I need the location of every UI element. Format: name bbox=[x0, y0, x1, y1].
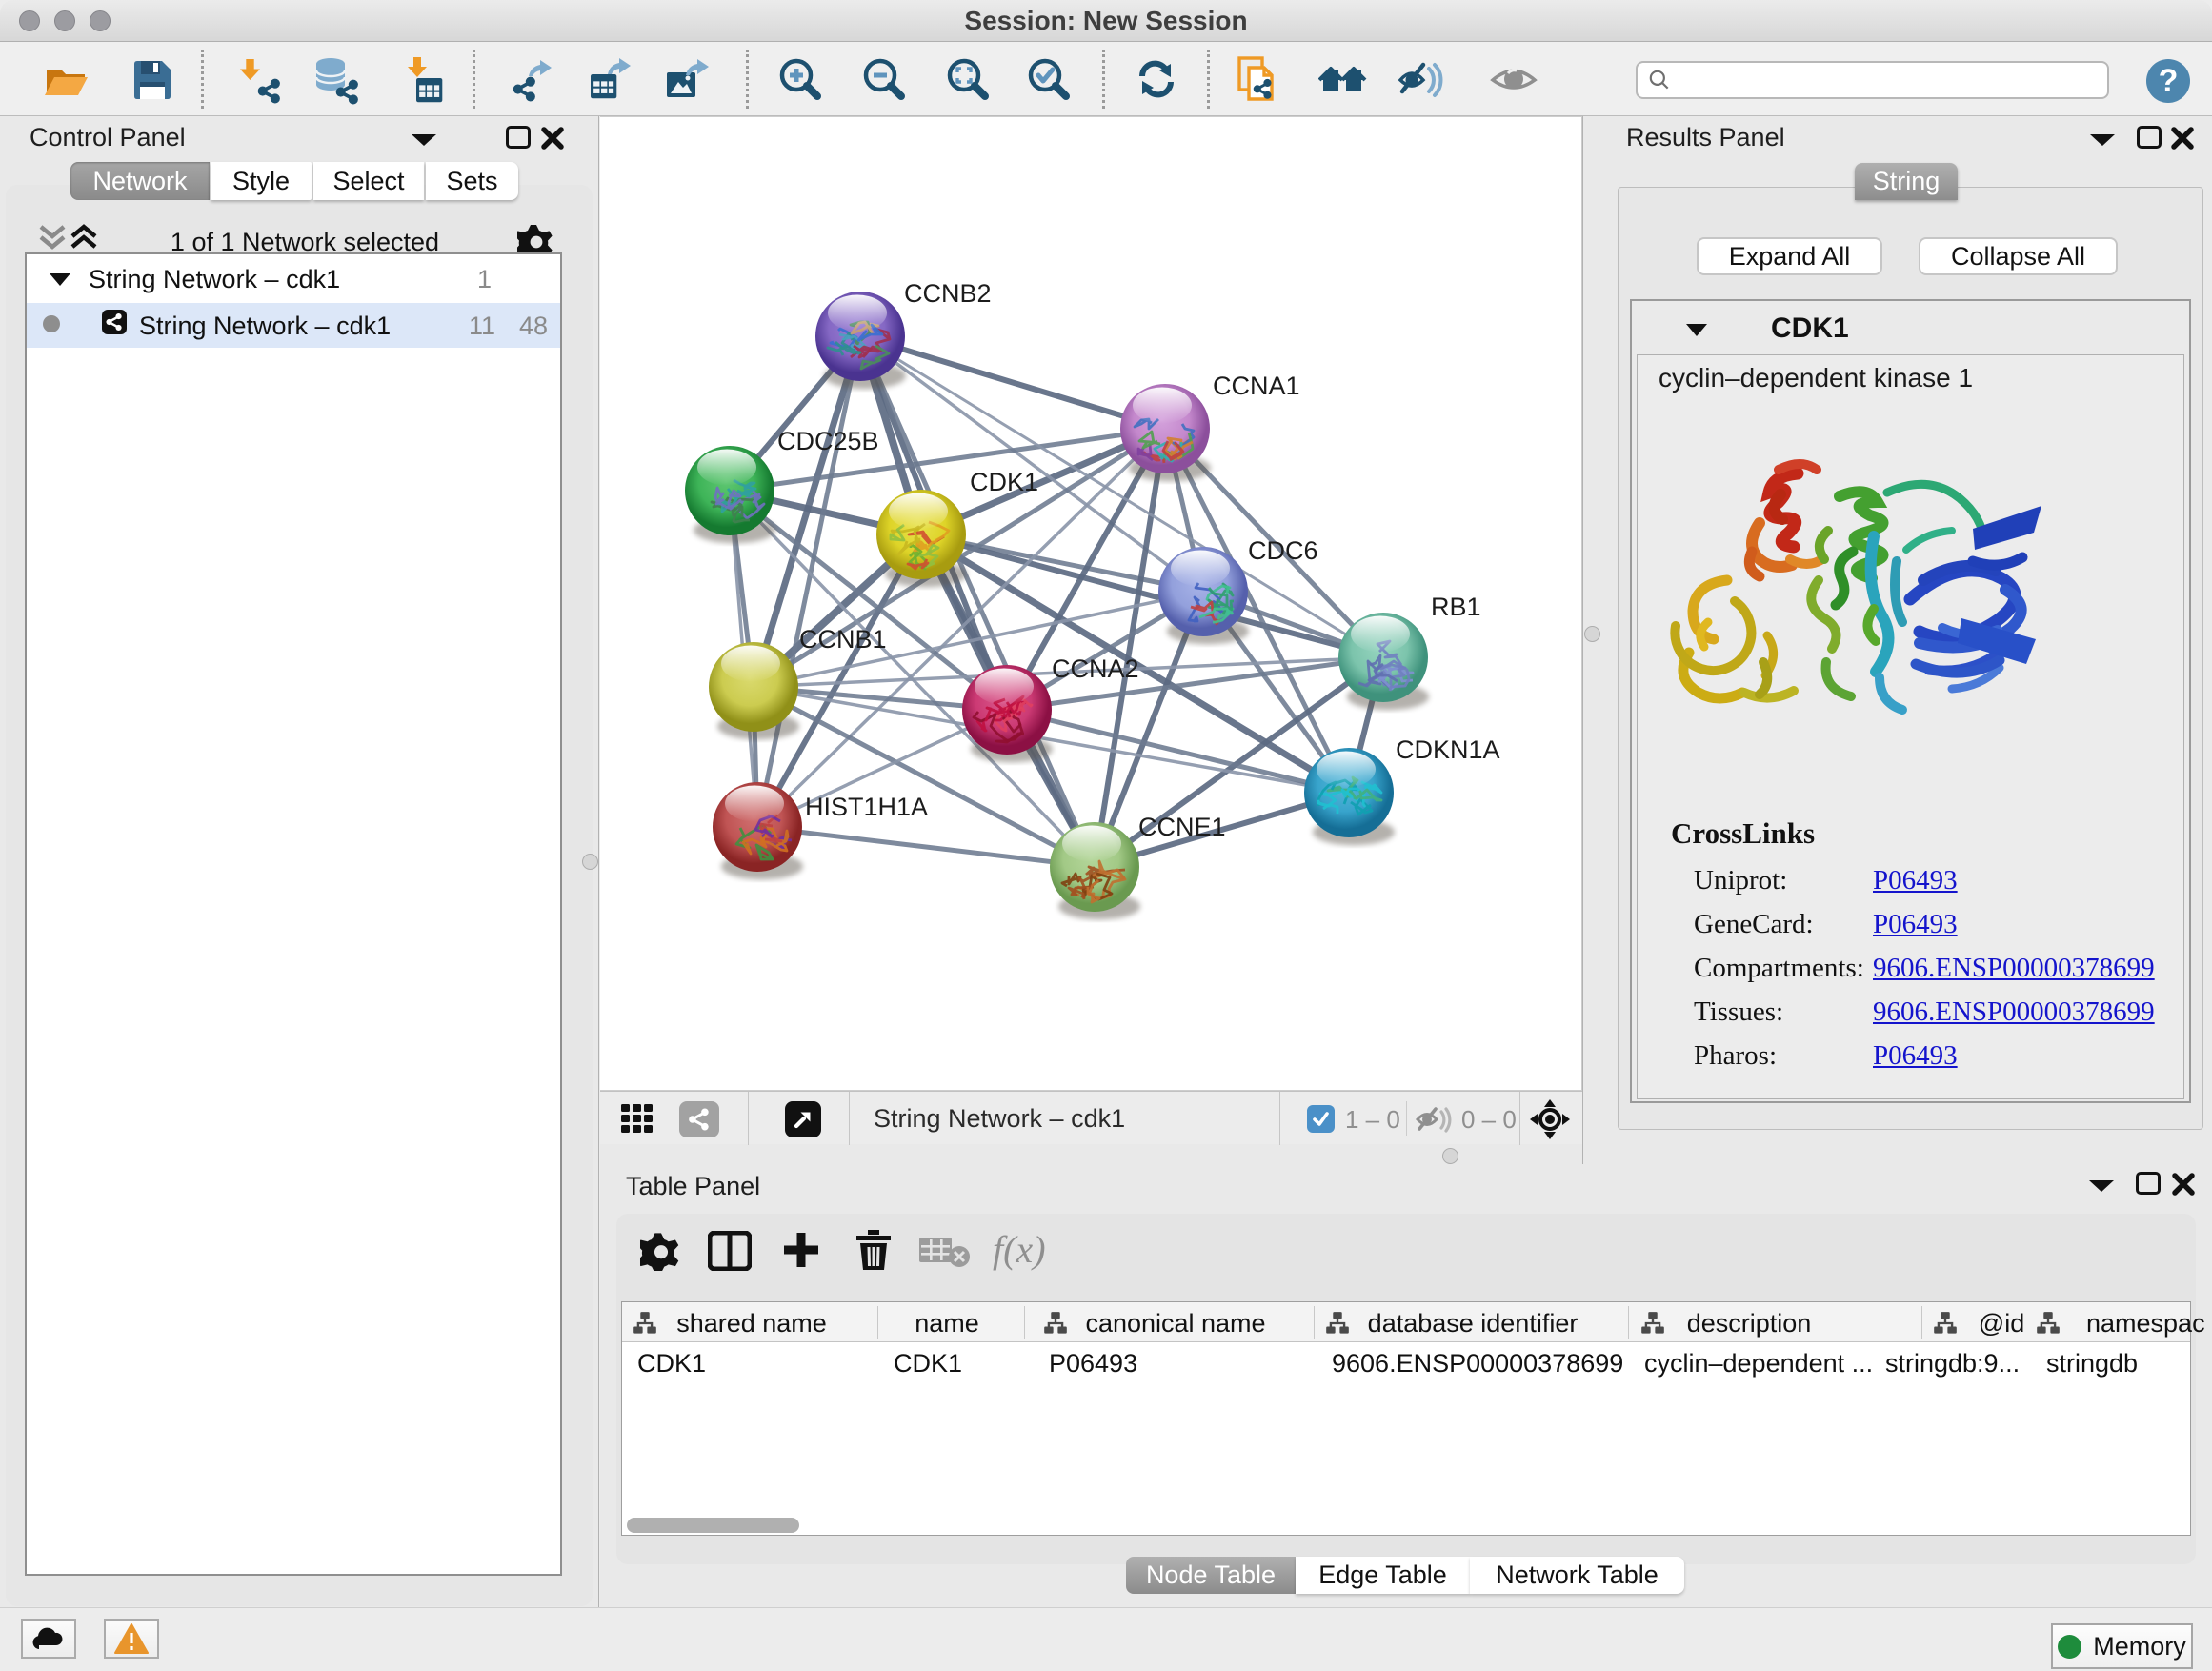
svg-text:RB1: RB1 bbox=[1431, 593, 1481, 621]
svg-text:CDKN1A: CDKN1A bbox=[1396, 735, 1500, 764]
svg-text:CCNA2: CCNA2 bbox=[1052, 654, 1139, 683]
svg-text:CCNB1: CCNB1 bbox=[799, 625, 887, 654]
svg-text:CDK1: CDK1 bbox=[970, 468, 1038, 496]
svg-text:CCNE1: CCNE1 bbox=[1138, 813, 1226, 841]
svg-text:CCNA1: CCNA1 bbox=[1213, 372, 1300, 400]
svg-text:CDC25B: CDC25B bbox=[777, 427, 879, 455]
svg-text:CDC6: CDC6 bbox=[1248, 536, 1318, 565]
svg-text:HIST1H1A: HIST1H1A bbox=[805, 793, 928, 821]
svg-text:CCNB2: CCNB2 bbox=[904, 279, 992, 308]
